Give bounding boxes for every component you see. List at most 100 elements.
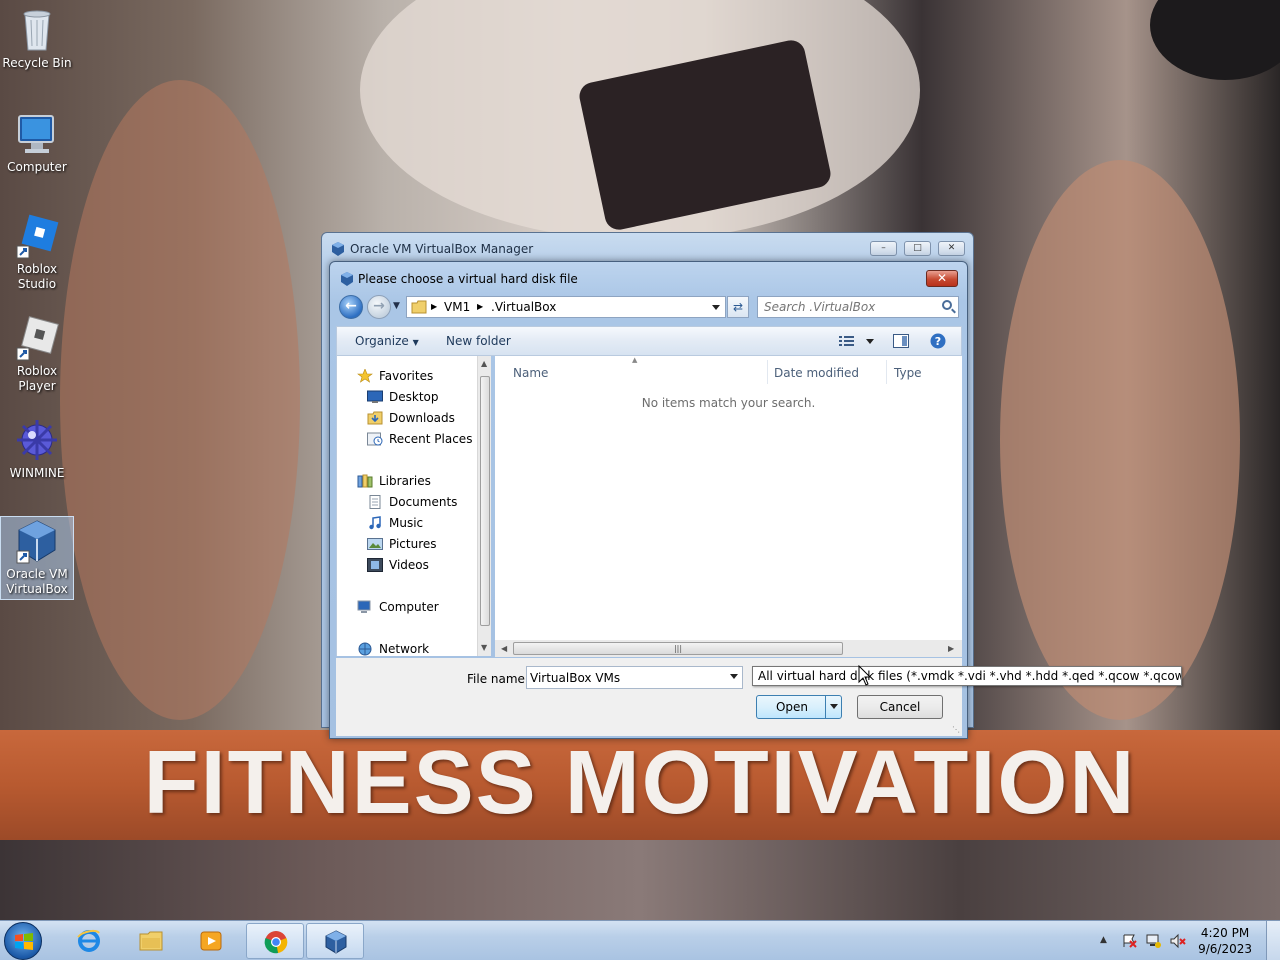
documents-icon (367, 495, 383, 509)
nav-recent-places[interactable]: Recent Places (367, 429, 472, 449)
system-tray: ▲ 4:20 PM 9/6/2023 (1090, 921, 1280, 960)
music-icon (367, 516, 383, 530)
open-button[interactable]: Open (756, 695, 842, 719)
preview-pane-icon[interactable] (893, 334, 909, 348)
nav-downloads[interactable]: Downloads (367, 408, 455, 428)
view-dropdown-icon[interactable] (866, 339, 874, 344)
minimize-button[interactable]: – (870, 241, 897, 256)
recent-locations-button[interactable]: ▼ (393, 301, 400, 311)
view-options-icon[interactable] (839, 335, 855, 347)
file-explorer-icon (139, 931, 163, 951)
nav-network[interactable]: Network (357, 639, 429, 659)
empty-folder-message: No items match your search. (641, 396, 816, 410)
breadcrumb-separator-icon: ▶ (431, 302, 438, 311)
organize-button[interactable]: Organize ▼ (355, 334, 419, 348)
desktop-icon-recycle-bin[interactable]: Recycle Bin (0, 6, 74, 71)
breadcrumb-virtualbox[interactable]: .VirtualBox (491, 300, 556, 314)
command-toolbar: Organize ▼ New folder ? (336, 326, 962, 356)
scrollbar-thumb[interactable]: ||| (513, 642, 843, 655)
desktop-icon-roblox-studio[interactable]: Roblox Studio (0, 212, 74, 292)
back-button[interactable]: ← (339, 295, 363, 319)
desktop-icon-winmine[interactable]: WINMINE (0, 416, 74, 481)
open-options-button[interactable] (825, 696, 841, 718)
refresh-button[interactable]: ⇄ (727, 296, 749, 318)
address-bar[interactable]: ▶ VM1 ▶ .VirtualBox (406, 296, 726, 318)
open-button-label: Open (775, 700, 809, 714)
window-title: Oracle VM VirtualBox Manager (350, 242, 534, 256)
nav-music[interactable]: Music (367, 513, 423, 533)
volume-muted-icon[interactable] (1170, 933, 1186, 949)
file-name-input[interactable] (530, 668, 720, 687)
virtualbox-icon (325, 930, 347, 954)
new-folder-button[interactable]: New folder (446, 334, 511, 348)
breadcrumb-separator-icon: ▶ (477, 302, 484, 311)
desktop-icon-computer[interactable]: Computer (0, 110, 74, 175)
clock[interactable]: 4:20 PM 9/6/2023 (1198, 925, 1252, 957)
nav-favorites[interactable]: Favorites (357, 366, 433, 386)
desktop-icon-label: WINMINE (9, 466, 65, 480)
navigation-row: ← → ▼ ▶ VM1 ▶ .VirtualBox ⇄ (336, 293, 962, 319)
show-desktop-button[interactable] (1266, 921, 1280, 960)
taskbar-chrome[interactable] (246, 923, 304, 959)
help-icon[interactable]: ? (930, 333, 946, 349)
navigation-pane: Favorites Desktop Downloads Recent Place… (336, 356, 489, 656)
show-hidden-icons-icon[interactable]: ▲ (1100, 935, 1107, 945)
column-divider[interactable] (886, 360, 887, 384)
scrollbar-thumb[interactable] (480, 376, 490, 626)
windows-logo-icon (15, 933, 33, 950)
wallpaper-bottom (0, 840, 1280, 920)
taskbar-virtualbox[interactable] (306, 923, 364, 959)
nav-label: Libraries (379, 474, 431, 488)
search-box[interactable] (757, 296, 959, 318)
desktop-icon (367, 390, 383, 404)
column-header-type[interactable]: Type (894, 366, 922, 380)
close-button[interactable]: ✕ (926, 270, 958, 287)
scroll-up-icon[interactable]: ▲ (481, 359, 487, 368)
scroll-left-icon[interactable]: ◀ (501, 644, 507, 653)
roblox-studio-icon (13, 212, 61, 260)
forward-button[interactable]: → (367, 295, 391, 319)
maximize-button[interactable]: □ (904, 241, 931, 256)
taskbar-file-explorer[interactable] (122, 923, 180, 959)
column-header-date-modified[interactable]: Date modified (774, 366, 859, 380)
resize-grip-icon[interactable]: ⋱ (952, 725, 960, 734)
recent-places-icon (367, 432, 383, 446)
nav-desktop[interactable]: Desktop (367, 387, 439, 407)
desktop-icon-label: Roblox Player (16, 364, 58, 393)
network-status-icon[interactable] (1146, 933, 1162, 949)
file-type-filter[interactable]: All virtual hard disk files (*.vmdk *.vd… (752, 666, 1182, 686)
start-button[interactable] (4, 922, 42, 960)
nav-pictures[interactable]: Pictures (367, 534, 437, 554)
close-button[interactable]: ✕ (938, 241, 965, 256)
breadcrumb-vm1[interactable]: VM1 (444, 300, 470, 314)
address-dropdown-icon[interactable] (712, 305, 720, 310)
cancel-button[interactable]: Cancel (857, 695, 943, 719)
column-divider[interactable] (767, 360, 768, 384)
search-input[interactable] (764, 298, 934, 316)
navigation-scrollbar[interactable]: ▲ ▼ (477, 356, 491, 656)
nav-videos[interactable]: Videos (367, 555, 429, 575)
nav-computer[interactable]: Computer (357, 597, 439, 617)
scroll-down-icon[interactable]: ▼ (481, 643, 487, 652)
scroll-right-icon[interactable]: ▶ (948, 644, 954, 653)
clock-date: 9/6/2023 (1198, 942, 1252, 956)
wallpaper-figure-left (60, 80, 300, 720)
action-center-icon[interactable] (1122, 933, 1138, 949)
organize-label: Organize (355, 334, 409, 348)
nav-documents[interactable]: Documents (367, 492, 457, 512)
desktop-icon-label: Computer (7, 160, 67, 174)
nav-libraries[interactable]: Libraries (357, 471, 431, 491)
wallpaper-cap (1150, 0, 1280, 80)
column-header-name[interactable]: Name (513, 366, 548, 380)
desktop-icon-virtualbox[interactable]: Oracle VM VirtualBox (0, 516, 74, 600)
desktop-icon-label: Oracle VM VirtualBox (6, 567, 68, 596)
horizontal-scrollbar[interactable]: ◀ ||| ▶ (495, 640, 962, 657)
file-name-dropdown-icon[interactable] (730, 674, 738, 679)
file-name-label: File name: (467, 672, 529, 686)
chevron-down-icon (830, 704, 838, 709)
search-icon[interactable] (942, 300, 952, 310)
desktop-icon-roblox-player[interactable]: Roblox Player (0, 314, 74, 394)
taskbar-internet-explorer[interactable] (60, 923, 118, 959)
taskbar-media-player[interactable] (182, 923, 240, 959)
file-name-combobox[interactable] (526, 666, 743, 689)
